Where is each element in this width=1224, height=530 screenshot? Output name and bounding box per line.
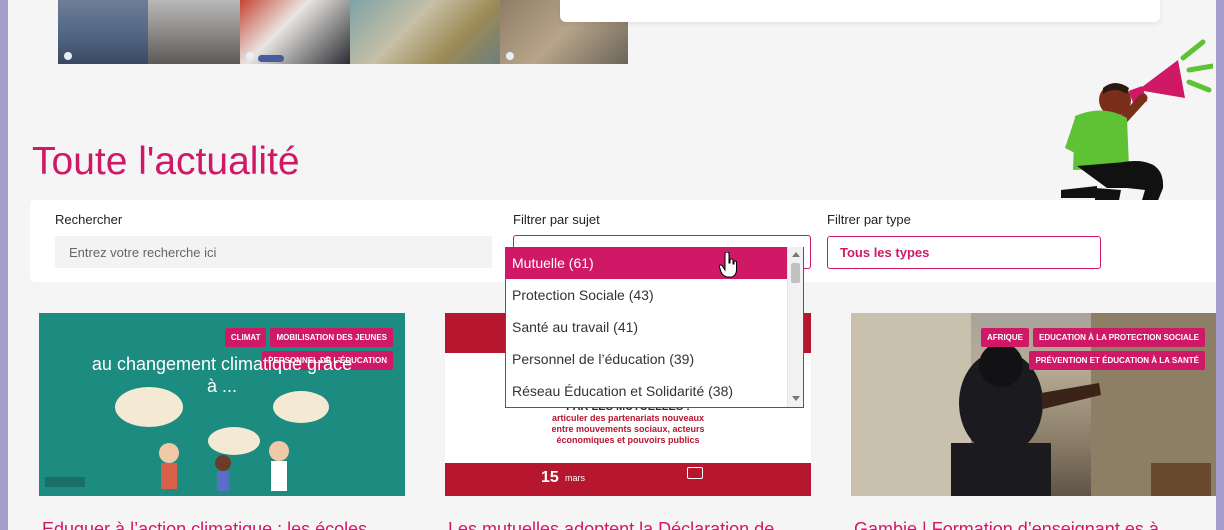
poster-subline: économiques et pouvoirs publics [556, 435, 700, 445]
subject-dropdown-list[interactable]: Mutuelle (61) Protection Sociale (43) Sa… [505, 247, 804, 408]
characters-illustration [45, 387, 329, 491]
news-card[interactable]: Climat Mobilisation des jeunes Personnel… [39, 313, 405, 530]
type-filter-select[interactable]: Tous les types [827, 236, 1101, 269]
dropdown-scrollbar[interactable] [787, 247, 803, 407]
poster-subline: articuler des partenariats nouveaux [551, 413, 705, 423]
tag[interactable]: Prévention et éducation à la santé [1029, 351, 1205, 370]
tag[interactable]: Climat [224, 328, 267, 347]
logo-badge-icon [246, 52, 254, 60]
previous-news-strip [58, 0, 628, 64]
search-label: Rechercher [55, 212, 123, 227]
type-filter-label: Filtrer par type [827, 212, 911, 227]
news-card-image[interactable]: Afrique Education à la protection social… [851, 313, 1216, 496]
news-thumbnail[interactable] [240, 0, 350, 64]
news-card-title[interactable]: Gambie | Formation d’enseignant.es à [854, 519, 1216, 530]
scroll-down-arrow-icon[interactable] [792, 396, 800, 401]
tag[interactable]: Afrique [981, 328, 1029, 347]
subject-option-protection-sociale[interactable]: Protection Sociale (43) [506, 279, 788, 311]
video-icon [687, 467, 703, 479]
news-card-image[interactable]: Climat Mobilisation des jeunes Personnel… [39, 313, 405, 496]
subject-filter-label: Filtrer par sujet [513, 212, 600, 227]
subject-option-reseau-education-solidarite[interactable]: Réseau Éducation et Solidarité (38) [506, 375, 788, 407]
news-thumbnail[interactable] [148, 0, 240, 64]
tag-list: Afrique Education à la protection social… [975, 328, 1205, 370]
tag-pill [258, 55, 284, 62]
search-input[interactable] [55, 236, 492, 268]
tag[interactable]: Education à la protection sociale [1033, 328, 1205, 347]
poster-subline: entre mouvements sociaux, acteurs [551, 424, 705, 434]
top-panel [560, 0, 1160, 22]
scroll-up-arrow-icon[interactable] [792, 252, 800, 257]
subject-option-sante-au-travail[interactable]: Santé au travail (41) [506, 311, 788, 343]
logo-badge-icon [64, 52, 72, 60]
news-thumbnail[interactable] [350, 0, 500, 64]
scrollbar-thumb[interactable] [791, 263, 800, 283]
hand-pointer-cursor-icon [719, 252, 737, 278]
news-thumbnail[interactable] [58, 0, 148, 64]
subject-option-personnel-education[interactable]: Personnel de l’éducation (39) [506, 343, 788, 375]
news-card[interactable]: Afrique Education à la protection social… [851, 313, 1216, 530]
subject-option-mutuelle[interactable]: Mutuelle (61) [506, 247, 788, 279]
event-date-month: mars [565, 473, 585, 483]
news-card-title[interactable]: Les mutuelles adoptent la Déclaration de [448, 519, 818, 530]
event-date-day: 15 [541, 469, 559, 486]
page-title: Toute l'actualité [32, 140, 300, 183]
image-headline-line: au changement climatique grâce [91, 354, 353, 374]
news-card-title[interactable]: Eduquer à l’action climatique : les écol… [42, 519, 412, 530]
tag[interactable]: Mobilisation des jeunes [270, 328, 393, 347]
logo-badge-icon [506, 52, 514, 60]
poster-footer: 15 mars [445, 463, 811, 496]
